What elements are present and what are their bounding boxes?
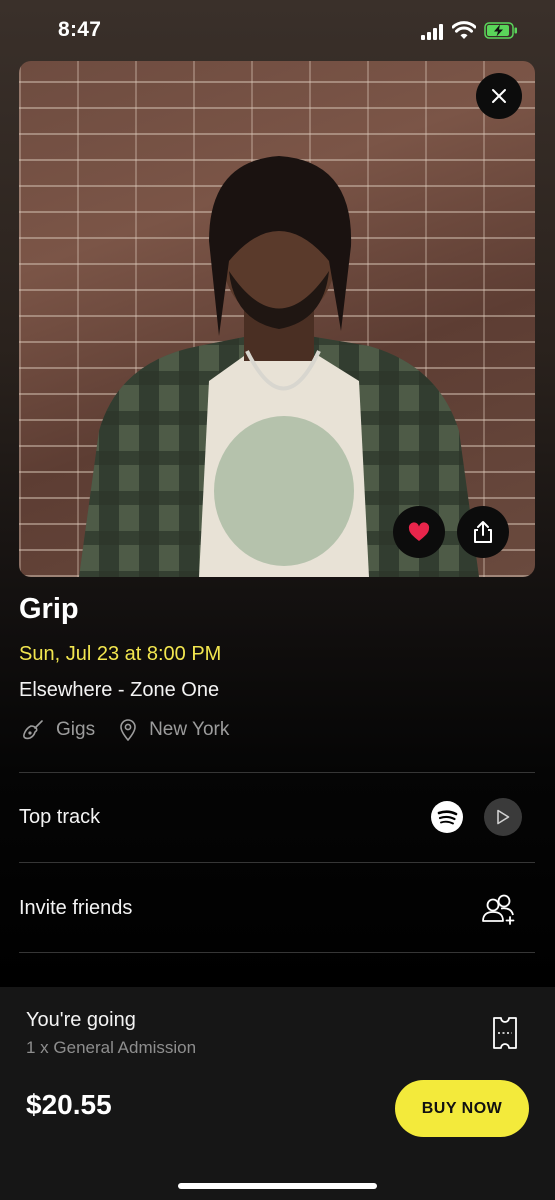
play-icon [497, 809, 510, 825]
close-icon [492, 89, 506, 103]
ticket-summary: 1 x General Admission [26, 1038, 197, 1057]
share-icon [474, 521, 492, 543]
tag-gigs[interactable]: Gigs [22, 719, 95, 741]
share-button[interactable] [457, 506, 509, 558]
divider [19, 772, 535, 773]
event-venue[interactable]: Elsewhere - Zone One [19, 679, 219, 702]
guitar-icon [23, 720, 43, 740]
ticket-icon[interactable] [492, 1016, 518, 1050]
close-button[interactable] [476, 73, 522, 119]
add-friends-icon[interactable] [481, 893, 517, 925]
top-track-label: Top track [19, 806, 101, 828]
status-time: 8:47 [58, 18, 102, 41]
buy-now-button[interactable]: BUY NOW [395, 1080, 529, 1137]
location-pin-icon [120, 719, 136, 741]
event-date: Sun, Jul 23 at 8:00 PM [19, 643, 222, 665]
spotify-icon[interactable] [431, 801, 463, 833]
event-title: Grip [19, 593, 79, 625]
divider [19, 952, 535, 953]
home-indicator[interactable] [178, 1183, 377, 1189]
artist-photo [19, 61, 535, 577]
going-status: You're going [26, 1009, 136, 1031]
invite-friends-label[interactable]: Invite friends [19, 897, 132, 920]
cellular-signal-icon [421, 24, 445, 40]
event-tags: Gigs New York [22, 718, 229, 742]
wifi-icon [452, 21, 476, 39]
tag-location[interactable]: New York [119, 719, 229, 741]
heart-icon [408, 522, 430, 541]
tag-label: New York [149, 719, 230, 740]
divider [19, 862, 535, 863]
status-bar: 8:47 [0, 0, 555, 60]
play-top-track-button[interactable] [484, 798, 522, 836]
like-button[interactable] [393, 506, 445, 558]
battery-charging-icon [484, 22, 517, 39]
ticket-price: $20.55 [26, 1089, 112, 1120]
tag-label: Gigs [56, 719, 96, 740]
